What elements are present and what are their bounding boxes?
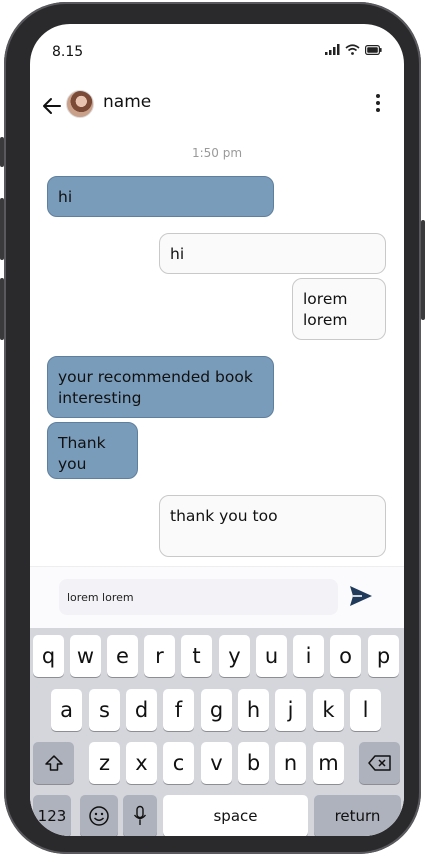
key-f[interactable]: f [163, 689, 194, 731]
message-timestamp: 1:50 pm [191, 146, 243, 160]
keyboard: q w e r t y u i o p a s d f g h j k l z … [30, 628, 404, 836]
status-icons [325, 44, 382, 55]
contact-name[interactable]: name [103, 92, 151, 112]
status-bar: 8.15 [30, 24, 404, 80]
key-n[interactable]: n [275, 742, 306, 784]
wifi-icon [345, 44, 360, 55]
key-t[interactable]: t [181, 635, 212, 677]
message-input[interactable] [59, 579, 338, 615]
outgoing-message[interactable]: hi [159, 233, 386, 274]
outgoing-message[interactable]: lorem lorem [292, 278, 386, 340]
key-j[interactable]: j [275, 689, 306, 731]
key-x[interactable]: x [126, 742, 157, 784]
outgoing-message[interactable]: thank you too [159, 495, 386, 557]
phone-frame: 8.15 name 1:50 pm hi hi lorem lorem your… [0, 2, 425, 854]
emoji-key[interactable] [80, 795, 118, 836]
mute-switch [0, 137, 4, 167]
paper-plane-icon[interactable] [348, 583, 374, 609]
volume-down-button [0, 278, 4, 340]
power-button [421, 220, 425, 320]
status-time: 8.15 [52, 44, 84, 60]
battery-icon [365, 45, 382, 55]
key-a[interactable]: a [51, 689, 82, 731]
dictation-key[interactable] [123, 795, 157, 836]
key-v[interactable]: v [201, 742, 232, 784]
key-k[interactable]: k [313, 689, 344, 731]
key-l[interactable]: l [350, 689, 381, 731]
signal-icon [325, 44, 340, 55]
shift-key[interactable] [33, 742, 74, 784]
vertical-dots-icon[interactable] [374, 92, 382, 116]
arrow-left-icon[interactable] [40, 94, 64, 118]
backspace-icon [367, 755, 391, 771]
key-i[interactable]: i [293, 635, 324, 677]
key-w[interactable]: w [70, 635, 101, 677]
backspace-key[interactable] [359, 742, 400, 784]
numbers-key[interactable]: 123 [33, 795, 71, 836]
shift-arrow-icon [44, 755, 63, 771]
key-o[interactable]: o [330, 635, 361, 677]
key-z[interactable]: z [89, 742, 120, 784]
emoji-icon [89, 806, 109, 826]
key-q[interactable]: q [33, 635, 64, 677]
key-e[interactable]: e [107, 635, 138, 677]
return-key[interactable]: return [314, 795, 401, 836]
key-b[interactable]: b [238, 742, 269, 784]
message-composer [30, 566, 404, 628]
volume-up-button [0, 198, 4, 260]
avatar[interactable] [66, 90, 94, 118]
incoming-message[interactable]: your recommended book interesting [47, 356, 274, 418]
phone-screen: 8.15 name 1:50 pm hi hi lorem lorem your… [30, 24, 404, 836]
key-g[interactable]: g [201, 689, 232, 731]
space-key[interactable]: space [163, 795, 308, 836]
key-h[interactable]: h [238, 689, 269, 731]
key-r[interactable]: r [144, 635, 175, 677]
chat-header: name [30, 86, 404, 126]
key-c[interactable]: c [163, 742, 194, 784]
key-d[interactable]: d [126, 689, 157, 731]
key-u[interactable]: u [256, 635, 287, 677]
key-m[interactable]: m [313, 742, 344, 784]
key-p[interactable]: p [368, 635, 399, 677]
key-y[interactable]: y [219, 635, 250, 677]
microphone-icon [133, 805, 147, 825]
incoming-message[interactable]: hi [47, 176, 274, 217]
key-s[interactable]: s [89, 689, 120, 731]
incoming-message[interactable]: Thank you [47, 422, 138, 479]
